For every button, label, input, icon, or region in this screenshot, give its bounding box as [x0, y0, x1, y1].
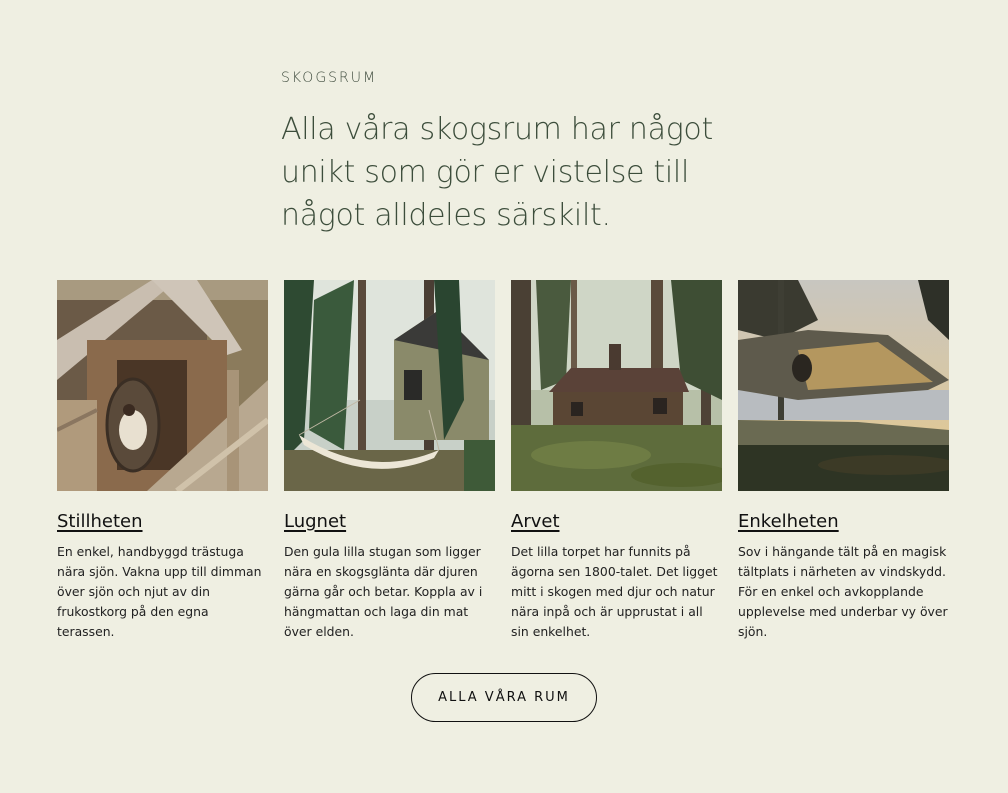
- room-title-enkelheten[interactable]: Enkelheten: [738, 511, 839, 532]
- section-headline: Alla våra skogsrum har något unikt som g…: [281, 112, 713, 233]
- tree-tent-photo: [738, 280, 949, 491]
- room-description-lugnet: Den gula lilla stugan som ligger nära en…: [284, 544, 483, 639]
- room-card-stillheten: Stillheten En enkel, handbyggd trästuga …: [57, 280, 268, 642]
- all-rooms-button[interactable]: ALLA VÅRA RUM: [411, 673, 597, 722]
- cabin-porch-photo: [57, 280, 268, 491]
- room-cards: Stillheten En enkel, handbyggd trästuga …: [57, 280, 949, 642]
- room-title-stillheten[interactable]: Stillheten: [57, 511, 143, 532]
- room-title-lugnet[interactable]: Lugnet: [284, 511, 346, 532]
- room-image-lugnet[interactable]: [284, 280, 495, 491]
- room-title-arvet[interactable]: Arvet: [511, 511, 560, 532]
- room-image-arvet[interactable]: [511, 280, 722, 491]
- room-card-lugnet: Lugnet Den gula lilla stugan som ligger …: [284, 280, 495, 642]
- section-eyebrow: SKOGSRUM: [281, 70, 378, 86]
- log-cabin-photo: [511, 280, 722, 491]
- cabin-hammock-photo: [284, 280, 495, 491]
- room-description-arvet: Det lilla torpet har funnits på ägorna s…: [511, 544, 718, 639]
- room-description-stillheten: En enkel, handbyggd trästuga nära sjön. …: [57, 544, 262, 639]
- room-card-arvet: Arvet Det lilla torpet har funnits på äg…: [511, 280, 722, 642]
- room-image-enkelheten[interactable]: [738, 280, 949, 491]
- room-image-stillheten[interactable]: [57, 280, 268, 491]
- room-card-enkelheten: Enkelheten Sov i hängande tält på en mag…: [738, 280, 949, 642]
- room-description-enkelheten: Sov i hängande tält på en magisk tältpla…: [738, 544, 948, 639]
